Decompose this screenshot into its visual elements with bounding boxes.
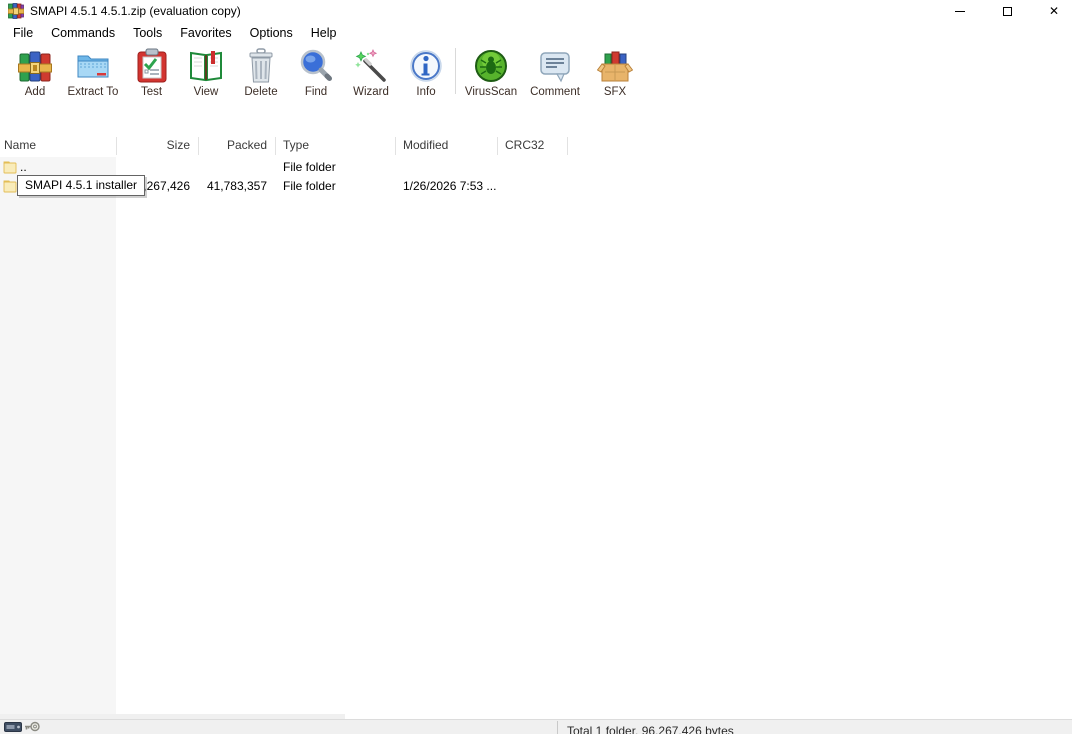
menu-tools[interactable]: Tools	[124, 22, 171, 44]
virusscan-bug-icon	[473, 48, 509, 84]
column-header-crc32[interactable]: CRC32	[505, 134, 544, 157]
menu-help[interactable]: Help	[302, 22, 346, 44]
virusscan-button[interactable]: VirusScan	[458, 44, 524, 104]
view-button[interactable]: View	[179, 44, 233, 104]
sfx-box-icon	[597, 48, 633, 84]
column-divider[interactable]	[497, 137, 498, 155]
table-row-installer[interactable]: SMAPI 4.5.1 installer 96,267,426 41,783,…	[0, 177, 1072, 196]
filename-tooltip: SMAPI 4.5.1 installer	[17, 175, 145, 196]
view-book-icon	[188, 48, 224, 84]
column-header-type[interactable]: Type	[283, 134, 309, 157]
column-header-modified[interactable]: Modified	[403, 134, 448, 157]
column-divider[interactable]	[198, 137, 199, 155]
menu-favorites[interactable]: Favorites	[171, 22, 240, 44]
close-icon: ✕	[1049, 5, 1059, 17]
folder-icon	[3, 160, 17, 174]
delete-label: Delete	[244, 86, 277, 98]
cell-type: File folder	[283, 158, 336, 177]
statusbar-total: Total 1 folder, 96,267,426 bytes	[567, 724, 734, 734]
test-clipboard-icon	[135, 48, 169, 84]
menu-bar: File Commands Tools Favorites Options He…	[0, 22, 1072, 44]
column-divider[interactable]	[567, 137, 568, 155]
extract-to-label: Extract To	[68, 86, 119, 98]
close-button[interactable]: ✕	[1031, 0, 1072, 22]
column-divider[interactable]	[275, 137, 276, 155]
sfx-button[interactable]: SFX	[586, 44, 644, 104]
maximize-button[interactable]	[984, 0, 1030, 22]
comment-label: Comment	[530, 86, 580, 98]
add-button[interactable]: Add	[8, 44, 62, 104]
column-header-size[interactable]: Size	[116, 134, 190, 157]
status-bar	[0, 719, 1072, 734]
menu-file[interactable]: File	[4, 22, 42, 44]
winrar-app-icon	[8, 3, 24, 19]
column-header-name[interactable]: Name	[4, 134, 36, 157]
menu-options[interactable]: Options	[241, 22, 302, 44]
column-divider[interactable]	[116, 137, 117, 155]
find-button[interactable]: Find	[289, 44, 343, 104]
extract-to-button[interactable]: Extract To	[62, 44, 124, 104]
file-list: .. File folder SMAPI 4.5.1 installer 96,…	[0, 157, 1072, 719]
toolbar-separator	[455, 48, 456, 94]
menu-commands[interactable]: Commands	[42, 22, 124, 44]
comment-bubble-icon	[537, 48, 573, 84]
comment-button[interactable]: Comment	[524, 44, 586, 104]
statusbar-divider	[557, 721, 558, 734]
extract-folder-icon	[75, 48, 111, 84]
test-label: Test	[141, 86, 162, 98]
key-icon[interactable]	[24, 720, 40, 733]
file-list-header: Name Size Packed Type Modified CRC32	[0, 134, 1072, 157]
column-divider[interactable]	[395, 137, 396, 155]
toolbar: Add Extract To Test	[0, 44, 1072, 104]
wizard-wand-icon	[353, 48, 389, 84]
window-title: SMAPI 4.5.1 4.5.1.zip (evaluation copy)	[30, 0, 241, 22]
drive-icon[interactable]	[4, 722, 22, 732]
maximize-icon	[1003, 7, 1012, 16]
delete-trash-icon	[244, 48, 278, 84]
info-circle-icon	[408, 48, 444, 84]
virusscan-label: VirusScan	[465, 86, 517, 98]
folder-icon	[3, 179, 17, 193]
info-label: Info	[416, 86, 435, 98]
cell-modified: 1/26/2026 7:53 ...	[403, 177, 496, 196]
test-button[interactable]: Test	[124, 44, 179, 104]
find-magnifier-icon	[298, 48, 334, 84]
info-button[interactable]: Info	[399, 44, 453, 104]
delete-button[interactable]: Delete	[233, 44, 289, 104]
wizard-button[interactable]: Wizard	[343, 44, 399, 104]
minimize-icon	[955, 11, 965, 12]
column-header-packed[interactable]: Packed	[198, 134, 267, 157]
winrar-window: SMAPI 4.5.1 4.5.1.zip (evaluation copy) …	[0, 0, 1072, 734]
address-bar-row: SMAPI 4.5.1 4.5.1.zip - ZIP archive, unp…	[0, 104, 1072, 134]
cell-packed: 41,783,357	[198, 177, 267, 196]
sorted-column-band	[0, 157, 116, 719]
title-bar: SMAPI 4.5.1 4.5.1.zip (evaluation copy) …	[0, 0, 1072, 22]
cell-type: File folder	[283, 177, 336, 196]
table-row-parent-dir[interactable]: .. File folder	[0, 158, 1072, 177]
wizard-label: Wizard	[353, 86, 389, 98]
winrar-books-icon	[18, 49, 52, 83]
add-label: Add	[25, 86, 45, 98]
view-label: View	[194, 86, 219, 98]
find-label: Find	[305, 86, 327, 98]
minimize-button[interactable]	[937, 0, 983, 22]
sfx-label: SFX	[604, 86, 626, 98]
